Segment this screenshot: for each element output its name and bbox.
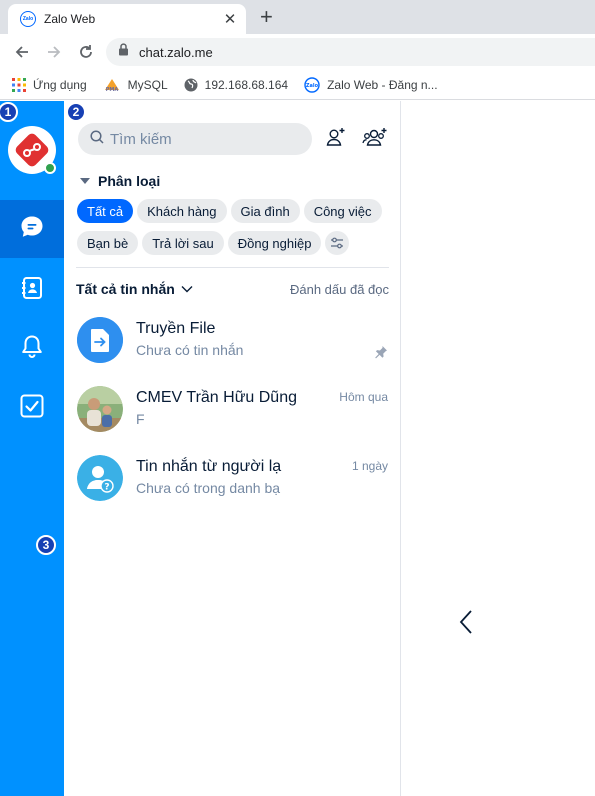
conversation-panel: Phân loại Tất cả Khách hàng Gia đình Côn…	[64, 101, 401, 796]
search-box[interactable]	[78, 123, 312, 155]
contacts-book-icon	[19, 275, 45, 306]
file-transfer-avatar	[77, 317, 123, 363]
filter-chips: Tất cả Khách hàng Gia đình Công việc Bạn…	[77, 199, 392, 263]
back-arrow-icon[interactable]	[10, 40, 34, 64]
nav-notifications[interactable]	[0, 319, 64, 377]
add-friend-button[interactable]	[322, 125, 350, 153]
bookmark-apps[interactable]: Ứng dụng	[12, 77, 87, 92]
chip-all[interactable]: Tất cả	[77, 199, 134, 223]
browser-toolbar: chat.zalo.me	[0, 34, 595, 70]
globe-icon	[184, 78, 198, 92]
svg-text:?: ?	[104, 483, 109, 493]
conversation-preview: Chưa có tin nhắn	[136, 342, 244, 358]
forward-arrow-icon[interactable]	[42, 40, 66, 64]
pin-icon[interactable]	[374, 345, 388, 364]
online-status-dot	[44, 162, 56, 174]
bookmark-label: Zalo Web - Đăng n...	[327, 77, 438, 92]
bookmark-zalo[interactable]: Zalo Zalo Web - Đăng n...	[304, 76, 438, 93]
zalo-app: Phân loại Tất cả Khách hàng Gia đình Côn…	[0, 101, 595, 796]
chip-customers[interactable]: Khách hàng	[137, 199, 227, 223]
bookmark-mysql[interactable]: PMA MySQL	[103, 78, 168, 92]
annotation-badge-3: 3	[36, 535, 56, 555]
create-group-button[interactable]	[361, 125, 389, 153]
chip-family[interactable]: Gia đình	[230, 199, 300, 223]
conversation-item[interactable]: ? Tin nhắn từ người lạ Chưa có trong dan…	[64, 445, 401, 513]
filter-heading: Phân loại	[98, 173, 161, 189]
filter-toggle[interactable]: Phân loại	[80, 173, 160, 189]
chip-settings-button[interactable]	[325, 231, 350, 255]
file-transfer-icon	[77, 317, 123, 363]
zalo-favicon-icon: Zalo	[20, 11, 36, 27]
conversation-preview: F	[136, 411, 145, 427]
nav-messages[interactable]	[0, 200, 64, 258]
conversation-name: CMEV Trần Hữu Dũng	[136, 389, 297, 406]
chip-reply-later[interactable]: Trả lời sau	[142, 231, 224, 255]
conversation-item[interactable]: CMEV Trần Hữu Dũng F Hôm qua	[64, 376, 401, 444]
message-filter-dropdown[interactable]: Tất cả tin nhắn	[76, 281, 193, 297]
conversation-preview: Chưa có trong danh bạ	[136, 480, 281, 496]
apps-grid-icon	[12, 77, 26, 92]
tab-title: Zalo Web	[44, 12, 96, 26]
bookmark-ip[interactable]: 192.168.68.164	[184, 78, 288, 92]
phpmyadmin-icon: PMA	[103, 78, 121, 92]
conversation-item[interactable]: Truyền File Chưa có tin nhắn	[64, 307, 401, 375]
profile-avatar[interactable]	[8, 126, 56, 174]
chip-work[interactable]: Công việc	[303, 199, 382, 223]
filter-settings-icon	[331, 237, 344, 249]
chevron-left-icon[interactable]	[459, 609, 473, 640]
caret-down-icon	[80, 177, 90, 185]
chip-row: Tất cả Khách hàng Gia đình Công việc	[77, 199, 392, 223]
stranger-user-icon: ?	[77, 455, 123, 501]
chat-bubble-icon	[19, 214, 45, 245]
add-friend-icon	[325, 126, 347, 153]
chip-row: Bạn bè Trả lời sau Đồng nghiệp	[77, 231, 392, 255]
nav-tasks[interactable]	[0, 379, 64, 437]
nav-contacts[interactable]	[0, 261, 64, 319]
search-input[interactable]	[110, 130, 290, 148]
mark-all-read-link[interactable]: Đánh dấu đã đọc	[290, 282, 389, 297]
bookmarks-bar: Ứng dụng PMA MySQL 192.168.68.164 Zalo Z…	[0, 70, 595, 100]
reload-icon[interactable]	[74, 40, 98, 64]
bookmark-label: MySQL	[127, 77, 168, 92]
main-content	[401, 101, 595, 796]
address-bar[interactable]: chat.zalo.me	[106, 38, 595, 66]
bookmark-label: 192.168.68.164	[204, 77, 289, 92]
zalo-icon: Zalo	[304, 76, 320, 93]
stranger-avatar: ?	[77, 455, 123, 501]
lock-icon	[118, 43, 129, 61]
conversation-time: 1 ngày	[351, 459, 388, 473]
chip-colleagues[interactable]: Đồng nghiệp	[227, 231, 322, 255]
create-group-icon	[362, 126, 388, 153]
chevron-down-icon	[181, 285, 193, 293]
checkbox-todo-icon	[19, 393, 45, 424]
left-nav	[0, 101, 64, 796]
list-title: Tất cả tin nhắn	[76, 281, 175, 297]
bookmark-label: Ứng dụng	[33, 77, 87, 92]
url-text: chat.zalo.me	[139, 44, 213, 60]
contact-photo-avatar	[77, 386, 123, 432]
contact-photo-icon	[77, 386, 123, 432]
svg-text:Zalo: Zalo	[306, 83, 319, 89]
new-tab-button[interactable]: +	[260, 6, 273, 28]
tab-close-icon[interactable]: ✕	[222, 10, 238, 28]
conversation-time: Hôm qua	[339, 390, 388, 404]
divider	[76, 267, 389, 268]
annotation-badge-2: 2	[66, 102, 86, 122]
conversation-name: Truyền File	[136, 320, 216, 337]
browser-tab[interactable]: Zalo Zalo Web ✕	[8, 4, 246, 34]
list-header: Tất cả tin nhắn Đánh dấu đã đọc	[76, 281, 389, 297]
svg-text:PMA: PMA	[105, 87, 118, 92]
search-icon	[90, 129, 104, 149]
browser-tab-strip: Zalo Zalo Web ✕ +	[0, 0, 595, 34]
chip-friends[interactable]: Bạn bè	[77, 231, 139, 255]
bell-icon	[19, 333, 45, 364]
conversation-name: Tin nhắn từ người lạ	[136, 458, 282, 475]
